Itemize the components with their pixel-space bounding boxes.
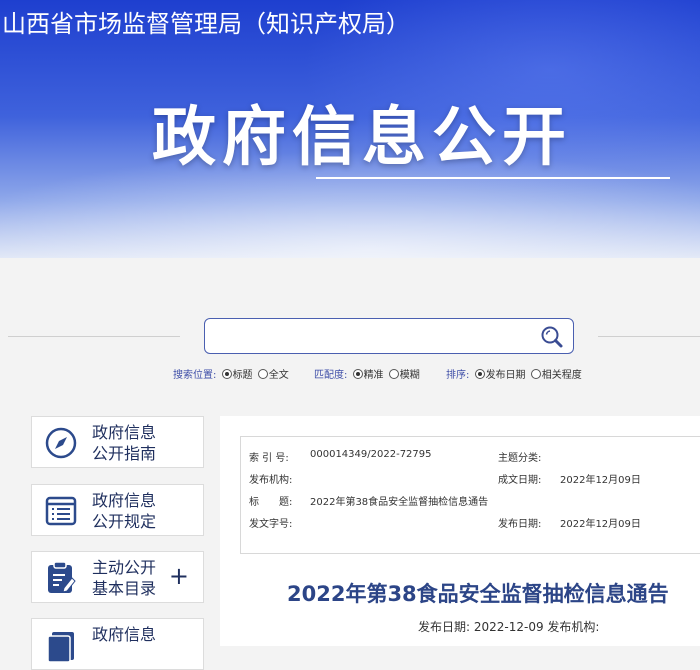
radio-sort-date-label[interactable]: 发布日期 [486, 370, 526, 381]
org-name[interactable]: 山西省市场监督管理局（知识产权局） [2, 4, 410, 39]
document-meta-table: 索 引 号: 000014349/2022-72795 主题分类: 发布机构: … [240, 436, 700, 554]
divider-right [598, 336, 700, 337]
match-label: 匹配度: [314, 370, 348, 381]
radio-match-exact[interactable] [352, 369, 363, 379]
article-subline: 发布日期: 2022-12-09 发布机构: [418, 620, 600, 634]
content-panel: 索 引 号: 000014349/2022-72795 主题分类: 发布机构: … [220, 416, 700, 646]
meta-docno-label: 发文字号: [249, 519, 293, 530]
radio-match-exact-label[interactable]: 精准 [364, 370, 384, 381]
sort-group: 排序: 发布日期 相关程度 [446, 366, 582, 381]
header-banner: 山西省市场监督管理局（知识产权局） 政府信息公开 [0, 0, 700, 258]
divider-left [8, 336, 180, 337]
radio-position-fulltext[interactable] [257, 369, 268, 379]
meta-index-value: 000014349/2022-72795 [310, 449, 432, 460]
document-icon [47, 632, 74, 662]
meta-publisher-label: 发布机构: [249, 475, 293, 486]
sidebar-item-disclosure-guide[interactable]: 政府信息 公开指南 [31, 416, 204, 468]
meta-index-label: 索 引 号: [249, 453, 289, 464]
search-box [204, 318, 574, 354]
title-underline [316, 177, 670, 179]
radio-sort-relevance-label[interactable]: 相关程度 [542, 370, 582, 381]
list-document-icon [45, 496, 77, 526]
radio-sort-relevance[interactable] [530, 369, 541, 379]
meta-title-value: 2022年第38食品安全监督抽检信息通告 [310, 497, 489, 508]
radio-position-fulltext-label[interactable]: 全文 [269, 370, 289, 381]
compass-icon [45, 427, 77, 459]
radio-position-title-label[interactable]: 标题 [233, 370, 253, 381]
search-position-label: 搜索位置: [173, 370, 217, 381]
search-icon [541, 326, 563, 348]
meta-created-label: 成文日期: [498, 475, 542, 486]
meta-topic-label: 主题分类: [498, 453, 542, 464]
sidebar-item-label: 政府信息 公开规定 [92, 491, 157, 531]
radio-position-title[interactable] [221, 369, 232, 379]
clipboard-icon [48, 561, 76, 593]
radio-match-fuzzy-label[interactable]: 模糊 [400, 370, 420, 381]
sidebar-item-label: 主动公开 基本目录 [92, 558, 157, 598]
radio-sort-date[interactable] [474, 369, 485, 379]
meta-published-value: 2022年12月09日 [560, 519, 641, 530]
expand-plus-icon[interactable]: + [169, 564, 189, 588]
match-group: 匹配度: 精准 模糊 [314, 366, 420, 381]
section-title: 政府信息公开 [152, 101, 572, 175]
search-button[interactable] [539, 324, 565, 350]
meta-created-value: 2022年12月09日 [560, 475, 641, 486]
search-input[interactable] [213, 325, 537, 349]
sidebar-item-label: 政府信息 公开指南 [92, 423, 157, 463]
radio-match-fuzzy[interactable] [388, 369, 399, 379]
meta-title-label: 标 题: [249, 497, 293, 508]
article-title: 2022年第38食品安全监督抽检信息通告 [287, 582, 669, 606]
sidebar-item-active-catalog[interactable]: 主动公开 基本目录 + [31, 551, 204, 603]
search-options: 搜索位置: 标题 全文 匹配度: 精准 模糊 排序: 发布日期 相关程度 [0, 366, 700, 382]
meta-published-label: 发布日期: [498, 519, 542, 530]
sort-label: 排序: [446, 370, 470, 381]
search-position-group: 搜索位置: 标题 全文 [173, 366, 289, 381]
sidebar-item-disclosure-rules[interactable]: 政府信息 公开规定 [31, 484, 204, 536]
sidebar-item-annual-report[interactable]: 政府信息 [31, 618, 204, 670]
